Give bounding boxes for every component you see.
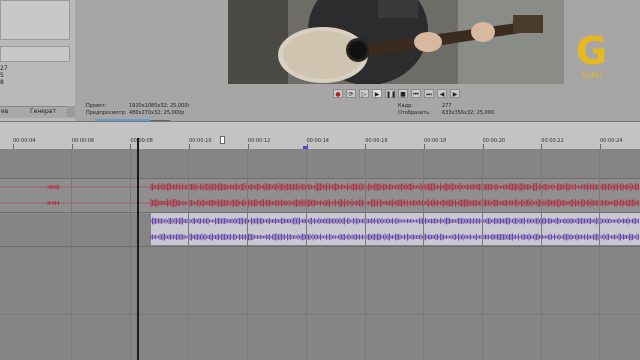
preview-label: Предпросмотр: bbox=[86, 110, 127, 116]
project-value: 1920x1080x32; 25,000i bbox=[129, 103, 189, 109]
grid-line bbox=[540, 149, 542, 360]
explorer-tabs: ев Генерат bbox=[0, 106, 75, 118]
ruler-tick-label: 00:00:24 bbox=[600, 138, 623, 144]
video-preview-frame bbox=[228, 0, 564, 84]
loop-button[interactable]: ⟳ bbox=[346, 89, 356, 98]
explorer-pane: 27 5 8 ев Генерат bbox=[0, 0, 75, 121]
play-button[interactable]: ▶ bbox=[372, 89, 382, 98]
stop-icon: ■ bbox=[400, 91, 406, 98]
grid-line bbox=[71, 149, 72, 360]
ruler-tick-label: 00:00:20 bbox=[482, 138, 506, 144]
go-to-end-icon: ⏭ bbox=[426, 91, 432, 98]
ruler-tick-label: 00:00:18 bbox=[423, 138, 447, 144]
display-label: Отобразить: bbox=[398, 110, 431, 116]
frame-value: 277 bbox=[442, 103, 452, 109]
ruler-tick-label: 00:00:10 bbox=[189, 138, 212, 144]
grid-line bbox=[599, 149, 601, 360]
tab-generators[interactable]: Генерат bbox=[30, 108, 56, 115]
track-separator bbox=[0, 246, 640, 247]
ruler-tick-label: 00:00:08 bbox=[130, 138, 153, 144]
ruler-tick-label: 00:00:04 bbox=[13, 138, 36, 144]
go-to-end-button[interactable]: ⏭ bbox=[424, 89, 434, 98]
grid-line bbox=[247, 149, 249, 360]
next-frame-button[interactable]: ▶ bbox=[450, 89, 460, 98]
tutsi-logo: G tutsi bbox=[576, 29, 607, 81]
preview-value: 480x270x32; 25,000p bbox=[129, 110, 185, 116]
track-separator bbox=[0, 212, 640, 213]
ruler-tick-label: 00:00:06 bbox=[71, 138, 95, 144]
ruler-tick-label: 00:00:12 bbox=[247, 138, 271, 144]
loop-icon: ⟳ bbox=[348, 91, 354, 98]
play-icon: ▶ bbox=[374, 91, 380, 98]
play-from-start-button[interactable]: ▷ bbox=[359, 89, 369, 98]
project-label: Проект: bbox=[86, 103, 107, 109]
grid-line bbox=[188, 149, 190, 360]
frame-label: Кадр: bbox=[398, 103, 413, 109]
grid-line bbox=[305, 149, 307, 360]
track-separator bbox=[0, 178, 640, 179]
audio-track-red-bg bbox=[0, 178, 640, 214]
previous-frame-icon: ◀ bbox=[439, 91, 445, 98]
timeline-ruler[interactable] bbox=[0, 121, 640, 150]
explorer-field[interactable] bbox=[0, 46, 70, 62]
go-to-start-icon: ⏮ bbox=[413, 91, 419, 98]
logo-text: tutsi bbox=[582, 71, 602, 81]
guitar-player-image bbox=[228, 0, 564, 84]
pause-icon: ❚❚ bbox=[386, 91, 397, 98]
grid-line bbox=[481, 149, 483, 360]
grid-line bbox=[129, 149, 131, 360]
timeline-tracks bbox=[0, 178, 640, 245]
tabs-scroll-arrow[interactable] bbox=[67, 106, 75, 117]
explorer-value-1: 27 bbox=[0, 65, 8, 72]
ruler-tick-label: 00:00:14 bbox=[306, 138, 329, 144]
display-value: 633x356x32; 25,000 bbox=[442, 110, 495, 116]
grid-line bbox=[364, 149, 366, 360]
record-icon: ● bbox=[335, 91, 341, 98]
tab-previous[interactable]: ев bbox=[1, 108, 8, 115]
ruler-tick-label: 00:00:22 bbox=[541, 138, 564, 144]
previous-frame-button[interactable]: ◀ bbox=[437, 89, 447, 98]
next-frame-icon: ▶ bbox=[452, 91, 458, 98]
track-separator bbox=[0, 314, 640, 315]
pause-button[interactable]: ❚❚ bbox=[385, 89, 397, 98]
logo-letter: G bbox=[576, 29, 607, 73]
play-from-start-icon: ▷ bbox=[361, 91, 367, 98]
record-button[interactable]: ● bbox=[333, 89, 343, 98]
explorer-list[interactable] bbox=[0, 0, 70, 40]
explorer-value-3: 8 bbox=[0, 79, 4, 86]
go-to-start-button[interactable]: ⏮ bbox=[411, 89, 421, 98]
explorer-value-2: 5 bbox=[0, 72, 4, 79]
edit-cursor-marker[interactable] bbox=[220, 136, 225, 144]
stop-button[interactable]: ■ bbox=[398, 89, 408, 98]
grid-line bbox=[423, 149, 425, 360]
ruler-tick-label: 00:00:16 bbox=[365, 138, 388, 144]
playhead[interactable] bbox=[137, 138, 139, 360]
